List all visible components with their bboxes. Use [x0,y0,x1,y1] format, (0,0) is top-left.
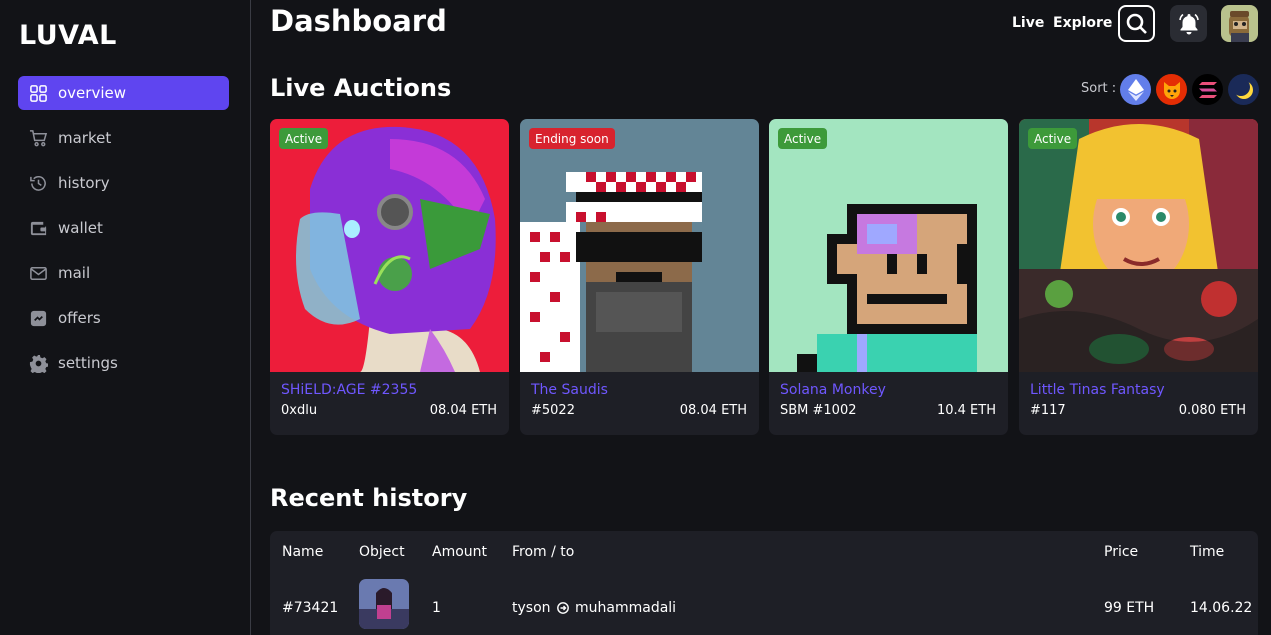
arrow-right-icon [557,600,569,618]
auction-card[interactable]: Active Little Tinas Fantasy #117 0.080 E… [1019,119,1258,435]
nft-name[interactable]: Solana Monkey [780,382,886,398]
ethereum-icon[interactable] [1120,74,1151,105]
auction-card[interactable]: Active Solana Monkey SBM #1002 10.4 ETH [769,119,1008,435]
notifications-button[interactable] [1170,5,1207,42]
row-name: #73421 [282,600,339,616]
column-header: Time [1190,544,1225,560]
sidebar-item-label: settings [58,354,118,372]
sidebar-item-label: offers [58,309,101,327]
shiba-icon[interactable] [1156,74,1187,105]
offers-icon [28,308,48,328]
nft-price: 08.04 ETH [679,403,747,418]
sidebar-item-history[interactable]: history [18,166,229,200]
search-button[interactable] [1118,5,1155,42]
nft-name[interactable]: Little Tinas Fantasy [1030,382,1165,398]
history-table: Name Object Amount From / to Price Time … [270,531,1258,635]
page-title: Dashboard [270,4,447,38]
sidebar-item-settings[interactable]: settings [18,346,229,380]
recent-history-title: Recent history [270,484,468,512]
nft-image: Active [270,119,509,372]
status-badge: Active [1028,128,1078,149]
nft-price: 08.04 ETH [429,403,497,418]
nft-image: Active [1019,119,1258,372]
grid-icon [28,83,48,103]
app-logo[interactable]: LUVAL [19,20,117,51]
mail-icon [28,263,48,283]
nft-price: 0.080 ETH [1178,403,1246,418]
search-icon [1126,13,1147,34]
column-header: Price [1104,544,1139,560]
sidebar: LUVAL overview market history wallet mai… [0,0,251,635]
avatar[interactable] [1221,5,1258,42]
column-header: From / to [512,544,575,560]
cart-icon [28,128,48,148]
sidebar-item-label: history [58,174,110,192]
column-header: Name [282,544,324,560]
nft-id: 0xdlu [281,403,318,418]
status-badge: Active [279,128,329,149]
sidebar-item-label: market [58,129,112,147]
nft-id: #117 [1030,403,1066,418]
nft-name[interactable]: SHiELD:AGE #2355 [281,382,417,398]
sidebar-item-offers[interactable]: offers [18,301,229,335]
nft-id: #5022 [531,403,575,418]
nft-id: SBM #1002 [780,403,857,418]
live-auctions-title: Live Auctions [270,74,452,102]
object-thumbnail[interactable] [359,579,409,629]
sidebar-item-label: mail [58,264,91,282]
sidebar-item-label: overview [58,84,126,102]
column-header: Object [359,544,405,560]
status-badge: Ending soon [529,128,615,149]
row-amount: 1 [432,600,441,616]
row-price: 99 ETH [1104,600,1155,616]
nft-price: 10.4 ETH [936,403,996,418]
nft-image: Ending soon [520,119,759,372]
nft-image: Active [769,119,1008,372]
sidebar-item-label: wallet [58,219,103,237]
sidebar-item-market[interactable]: market [18,121,229,155]
sidebar-item-wallet[interactable]: wallet [18,211,229,245]
sidebar-item-mail[interactable]: mail [18,256,229,290]
wallet-icon [28,218,48,238]
gear-icon [28,353,48,373]
history-icon [28,173,48,193]
row-time: 14.06.22 [1190,600,1253,616]
row-to[interactable]: muhammadali [575,600,676,616]
sidebar-item-overview[interactable]: overview [18,76,229,110]
bell-icon [1178,13,1199,34]
nft-name[interactable]: The Saudis [531,382,608,398]
luna-icon[interactable] [1228,74,1259,105]
auction-card[interactable]: Ending soon The Saudis #5022 08.04 ETH [520,119,759,435]
solana-icon[interactable] [1192,74,1223,105]
row-from[interactable]: tyson [512,600,551,616]
live-link[interactable]: Live [1012,15,1044,31]
sidebar-nav: overview market history wallet mail offe… [18,76,229,391]
explore-link[interactable]: Explore [1053,15,1112,31]
status-badge: Active [778,128,828,149]
sort-label: Sort : [1081,81,1117,96]
column-header: Amount [432,544,488,560]
auction-card[interactable]: Active SHiELD:AGE #2355 0xdlu 08.04 ETH [270,119,509,435]
